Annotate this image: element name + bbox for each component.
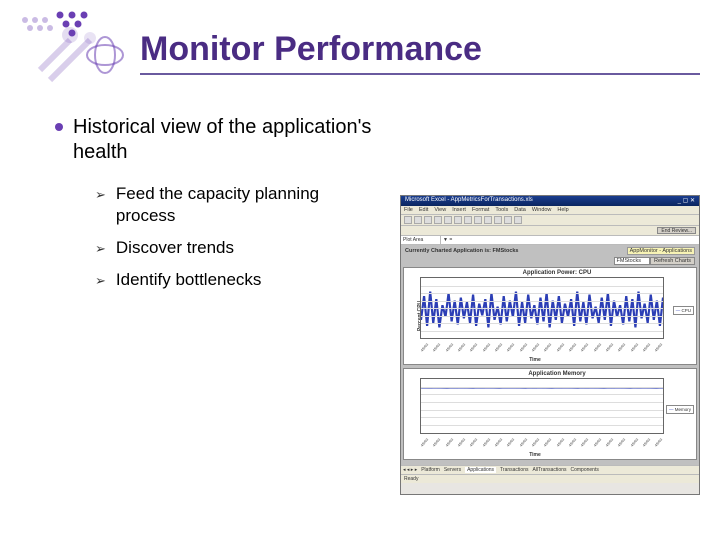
sheet-tab[interactable]: Servers — [444, 467, 461, 473]
title-underline — [140, 73, 700, 75]
sheet-tab[interactable]: Platform — [421, 467, 440, 473]
window-controls: _ ▢ ✕ — [678, 197, 695, 205]
menu-item[interactable]: File — [404, 207, 413, 213]
window-titlebar: Microsoft Excel - AppMetricsForTransacti… — [401, 196, 699, 206]
sheet-tab[interactable]: AllTransactions — [532, 467, 566, 473]
toolbar — [401, 215, 699, 226]
main-bullet-text: Historical view of the application's hea… — [73, 115, 375, 165]
x-axis-label: Time — [404, 452, 666, 458]
sheet-tabs: ◂ ◂ ▸ ▸ Platform Servers Applications Tr… — [401, 465, 699, 474]
chart-header-row: Currently Charted Application is: FMStoc… — [403, 247, 697, 257]
menu-item[interactable]: Tools — [495, 207, 508, 213]
currently-charted-label: Currently Charted Application is: — [405, 248, 491, 254]
menu-item[interactable]: Help — [557, 207, 568, 213]
menu-item[interactable]: Window — [532, 207, 552, 213]
sheet-tab[interactable]: Transactions — [500, 467, 528, 473]
toolbar-button[interactable] — [424, 216, 432, 224]
currently-charted-value: FMStocks — [493, 248, 519, 254]
toolbar-button[interactable] — [404, 216, 412, 224]
toolbar-button[interactable] — [464, 216, 472, 224]
toolbar-button[interactable] — [454, 216, 462, 224]
toolbar-button[interactable] — [434, 216, 442, 224]
x-axis-label: Time — [404, 357, 666, 363]
sub-bullet-text: Feed the capacity planning process — [116, 183, 375, 227]
sub-bullet: ➢ Identify bottlenecks — [95, 269, 375, 291]
menu-item[interactable]: Data — [514, 207, 526, 213]
arrow-icon: ➢ — [95, 187, 106, 203]
chart-title: Application Memory — [420, 371, 694, 377]
bullet-dot-icon — [55, 123, 63, 131]
menu-bar: File Edit View Insert Format Tools Data … — [401, 206, 699, 215]
toolbar-button[interactable] — [444, 216, 452, 224]
status-bar: Ready — [401, 474, 699, 483]
sub-bullet-list: ➢ Feed the capacity planning process ➢ D… — [95, 183, 375, 291]
menu-item[interactable]: View — [434, 207, 446, 213]
toolbar-button[interactable] — [474, 216, 482, 224]
excel-screenshot: Microsoft Excel - AppMetricsForTransacti… — [400, 195, 700, 495]
menu-item[interactable]: Insert — [452, 207, 466, 213]
menu-item[interactable]: Edit — [419, 207, 428, 213]
chart-title: Application Power: CPU — [420, 270, 694, 276]
toolbar-secondary: End Review... — [401, 226, 699, 236]
toolbar-button[interactable] — [514, 216, 522, 224]
slide-title-bar: Monitor Performance — [140, 30, 700, 78]
toolbar-button[interactable] — [494, 216, 502, 224]
cpu-chart: Application Power: CPU Percent CPU — CPU… — [403, 267, 697, 365]
memory-chart-plot — [420, 378, 664, 434]
sheet-tab[interactable]: Components — [570, 467, 598, 473]
memory-chart: Application Memory Memory KBytes — Memor… — [403, 368, 697, 460]
chart-legend: — Memory — [666, 405, 694, 414]
status-text: Ready — [404, 476, 418, 482]
main-bullet: Historical view of the application's hea… — [55, 115, 375, 165]
name-box[interactable]: Plot Area — [401, 236, 441, 244]
toolbar-button[interactable] — [414, 216, 422, 224]
slide-title: Monitor Performance — [140, 30, 700, 69]
chart-legend: — CPU — [673, 306, 694, 315]
appmonitor-label: AppMonitor - Applications — [627, 247, 695, 255]
toolbar-button[interactable] — [484, 216, 492, 224]
bullet-content: Historical view of the application's hea… — [55, 115, 375, 301]
sheet-tab-active[interactable]: Applications — [465, 467, 496, 473]
application-dropdown[interactable]: FMStocks — [614, 257, 650, 265]
charts-worksheet: Currently Charted Application is: FMStoc… — [401, 245, 699, 465]
arrow-icon: ➢ — [95, 273, 106, 289]
formula-bar: Plot Area ▼ = — [401, 236, 699, 245]
sub-bullet-text: Discover trends — [116, 237, 234, 259]
sub-bullet: ➢ Feed the capacity planning process — [95, 183, 375, 227]
sub-bullet: ➢ Discover trends — [95, 237, 375, 259]
refresh-charts-button[interactable]: Refresh Charts — [650, 257, 695, 265]
end-review-button[interactable]: End Review... — [657, 227, 696, 234]
arrow-icon: ➢ — [95, 241, 106, 257]
cpu-chart-plot — [420, 277, 664, 339]
window-title: Microsoft Excel - AppMetricsForTransacti… — [405, 197, 533, 205]
menu-item[interactable]: Format — [472, 207, 489, 213]
logo-decoration — [10, 10, 160, 90]
toolbar-button[interactable] — [504, 216, 512, 224]
sub-bullet-text: Identify bottlenecks — [116, 269, 262, 291]
